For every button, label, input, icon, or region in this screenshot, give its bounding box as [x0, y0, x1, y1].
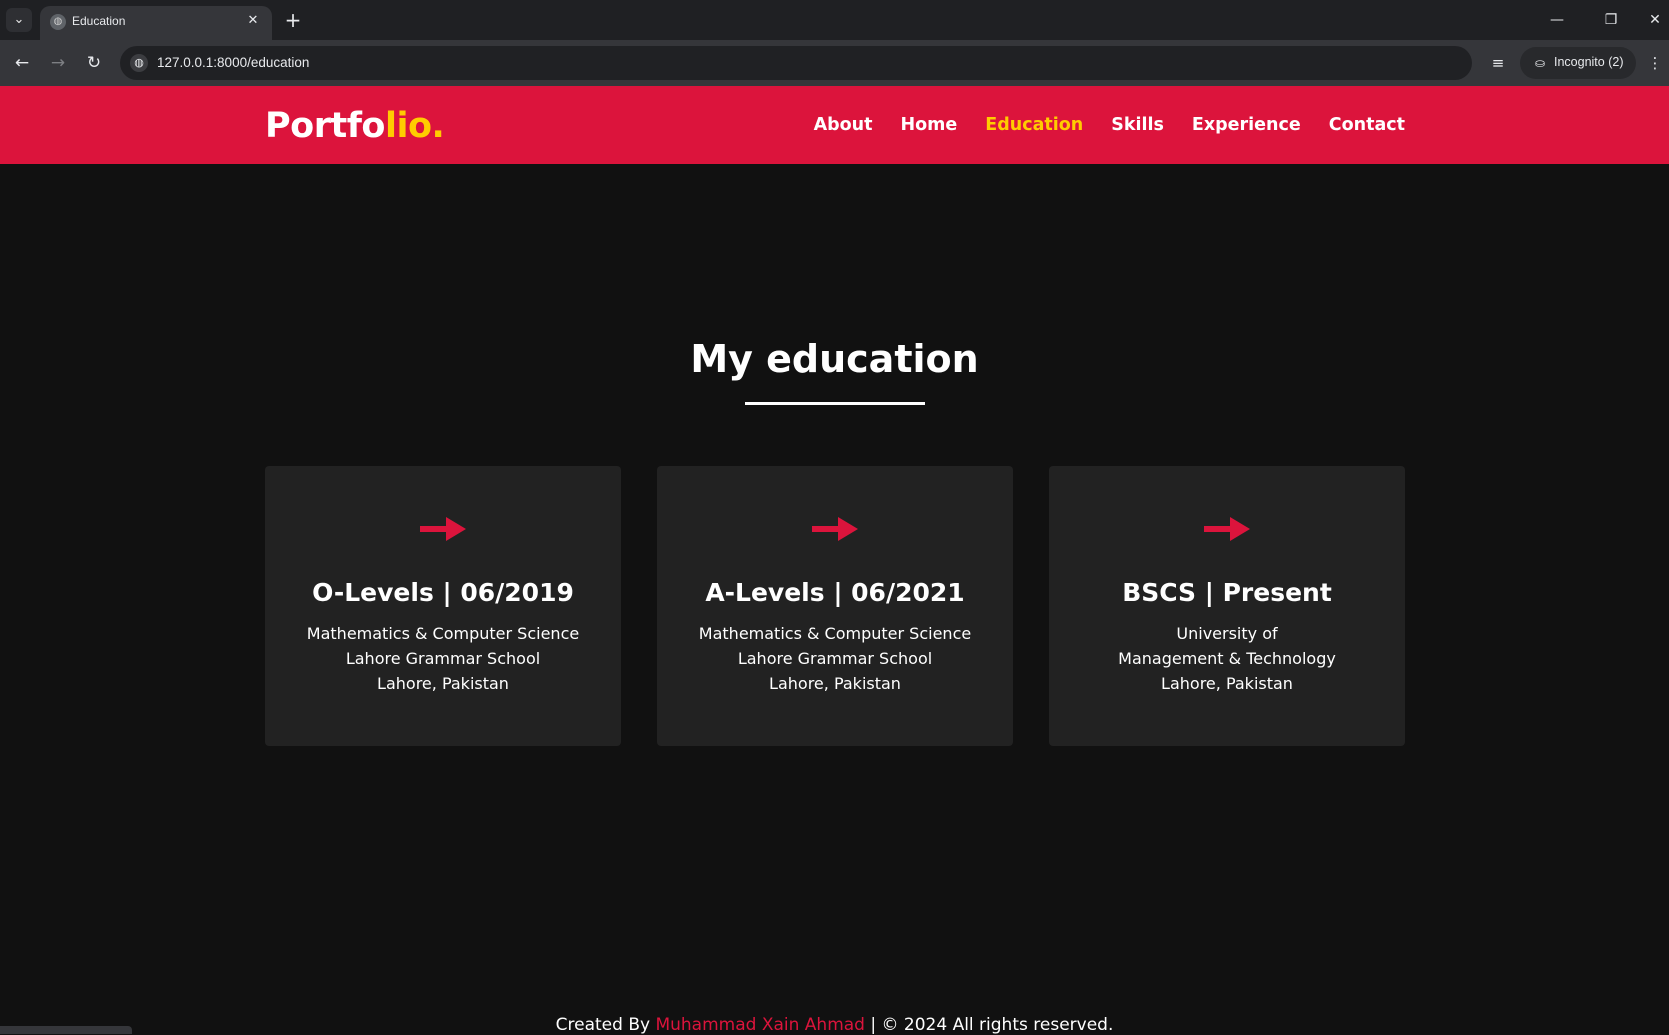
card-title: A-Levels | 06/2021 — [705, 578, 965, 607]
card-line: Mathematics & Computer Science — [306, 624, 580, 643]
incognito-badge[interactable]: ⛀ Incognito (2) — [1520, 47, 1636, 79]
back-arrow-icon[interactable]: ← — [10, 51, 34, 75]
education-card: A-Levels | 06/2021 Mathematics & Compute… — [657, 466, 1013, 746]
card-line: University of — [1176, 624, 1278, 643]
page-title: My education — [690, 337, 979, 381]
tab-title: Education — [72, 14, 126, 28]
nav-link-experience[interactable]: Experience — [1192, 115, 1301, 135]
browser-menu-icon[interactable]: ⋮ — [1646, 51, 1664, 75]
site-footer: Created By Muhammad Xain Ahmad | © 2024 … — [0, 1015, 1669, 1035]
nav-link-home[interactable]: Home — [901, 115, 958, 135]
footer-copyright: | © 2024 All rights reserved. — [864, 1015, 1114, 1035]
site-header: Portfolio. About Home Education Skills E… — [0, 86, 1669, 164]
card-line: Lahore, Pakistan — [377, 674, 509, 693]
browser-tab[interactable]: ◍ Education ✕ — [40, 6, 272, 40]
nav-link-skills[interactable]: Skills — [1111, 115, 1164, 135]
nav-link-education[interactable]: Education — [985, 115, 1083, 135]
logo-main-text: Portfo — [265, 106, 385, 146]
card-title: O-Levels | 06/2019 — [312, 578, 574, 607]
browser-tab-strip: ⌄ ◍ Education ✕ + — ❐ ✕ — [0, 0, 1669, 40]
education-card: O-Levels | 06/2019 Mathematics & Compute… — [265, 466, 621, 746]
card-details: Mathematics & Computer Science Lahore Gr… — [265, 621, 621, 696]
media-controls-icon[interactable]: ≡ — [1486, 51, 1510, 75]
forward-arrow-icon[interactable]: → — [46, 51, 70, 75]
card-line: Lahore, Pakistan — [1161, 674, 1293, 693]
card-line: Mathematics & Computer Science — [698, 624, 972, 643]
footer-author-link[interactable]: Muhammad Xain Ahmad — [655, 1015, 865, 1035]
card-details: University of Management & Technology La… — [1049, 621, 1405, 696]
site-info-icon[interactable]: ◍ — [130, 54, 148, 72]
site-logo[interactable]: Portfolio. — [265, 106, 445, 146]
card-line: Lahore, Pakistan — [769, 674, 901, 693]
window-close-icon[interactable]: ✕ — [1640, 6, 1669, 34]
status-bubble — [0, 1026, 132, 1034]
education-card: BSCS | Present University of Management … — [1049, 466, 1405, 746]
right-arrow-icon — [1049, 516, 1405, 548]
title-underline — [745, 402, 925, 405]
tab-search-chevron-icon[interactable]: ⌄ — [6, 8, 32, 32]
restore-icon[interactable]: ❐ — [1596, 6, 1626, 34]
main-nav: About Home Education Skills Experience C… — [814, 86, 1405, 164]
right-arrow-icon — [265, 516, 621, 548]
card-line: Lahore Grammar School — [737, 649, 933, 668]
address-bar[interactable]: ◍ 127.0.0.1:8000/education — [120, 46, 1472, 80]
card-line: Management & Technology — [1118, 649, 1336, 668]
close-tab-icon[interactable]: ✕ — [244, 12, 262, 30]
card-details: Mathematics & Computer Science Lahore Gr… — [657, 621, 1013, 696]
right-arrow-icon — [657, 516, 1013, 548]
minimize-icon[interactable]: — — [1542, 6, 1572, 34]
reload-icon[interactable]: ↻ — [82, 51, 106, 75]
incognito-icon: ⛀ — [1534, 56, 1546, 70]
globe-icon: ◍ — [50, 14, 66, 30]
education-cards: O-Levels | 06/2019 Mathematics & Compute… — [265, 466, 1405, 746]
browser-toolbar: ← → ↻ ◍ 127.0.0.1:8000/education ≡ ⛀ Inc… — [0, 40, 1669, 86]
new-tab-plus-icon[interactable]: + — [282, 9, 304, 31]
incognito-label: Incognito (2) — [1554, 55, 1624, 69]
url-text[interactable]: 127.0.0.1:8000/education — [157, 55, 309, 70]
nav-link-contact[interactable]: Contact — [1329, 115, 1405, 135]
card-line: Lahore Grammar School — [345, 649, 541, 668]
logo-accent-text: lio. — [384, 106, 445, 146]
nav-link-about[interactable]: About — [814, 115, 873, 135]
footer-prefix: Created By — [555, 1015, 656, 1035]
card-title: BSCS | Present — [1122, 578, 1332, 607]
